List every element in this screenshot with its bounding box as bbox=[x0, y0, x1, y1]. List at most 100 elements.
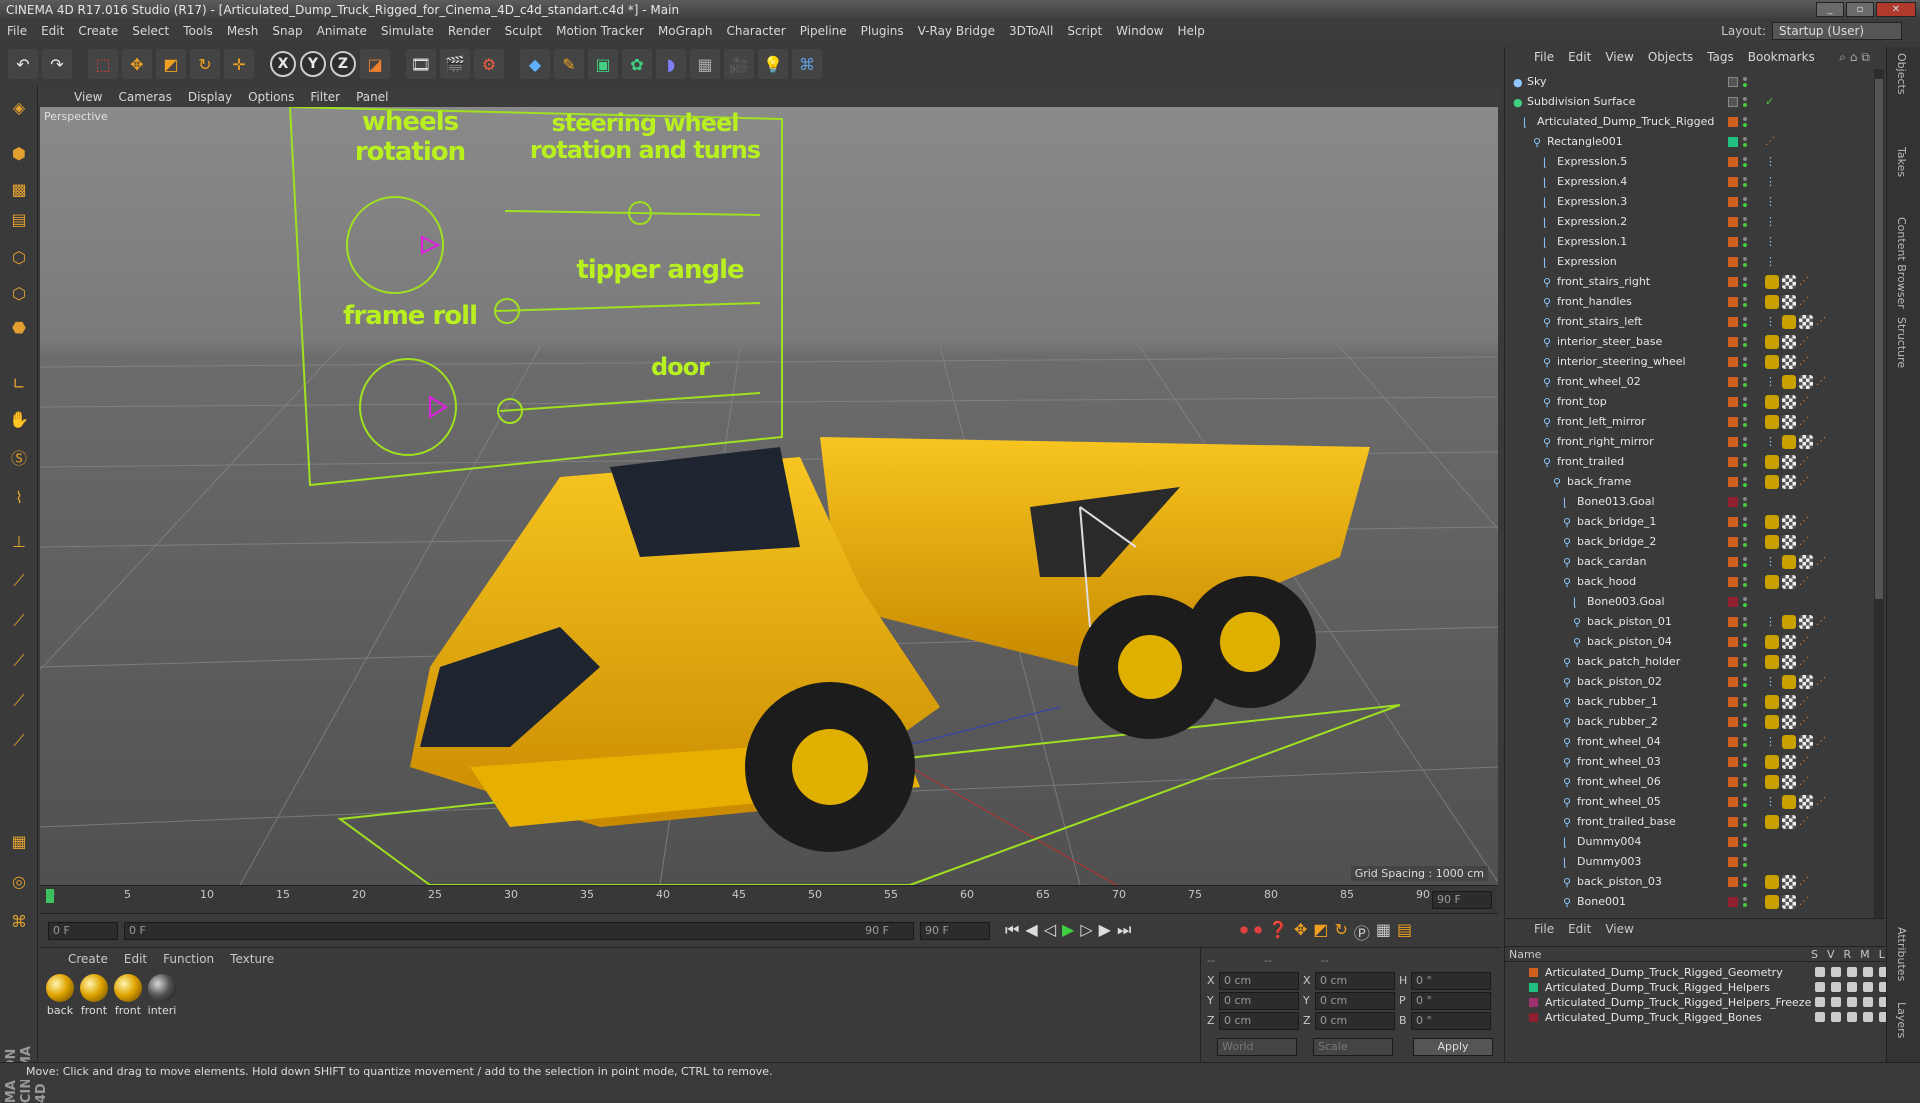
render-settings-icon[interactable]: ⚙ bbox=[474, 49, 504, 79]
render-visibility-dot[interactable] bbox=[1743, 623, 1747, 627]
render-visibility-dot[interactable] bbox=[1743, 523, 1747, 527]
texture-tag-icon[interactable] bbox=[1782, 815, 1796, 829]
play-icon[interactable]: ▶ bbox=[1062, 920, 1074, 940]
render-visibility-dot[interactable] bbox=[1743, 423, 1747, 427]
frame-roll-control[interactable] bbox=[359, 358, 457, 456]
side-tab-content-browser[interactable]: Content Browser bbox=[1895, 217, 1908, 309]
layer-color-swatch[interactable] bbox=[1728, 177, 1738, 187]
timeline-current-frame[interactable]: 90 F bbox=[1432, 891, 1492, 909]
material-swatch[interactable]: interi bbox=[146, 974, 178, 1017]
menu-pipeline[interactable]: Pipeline bbox=[793, 24, 854, 38]
layer-color-swatch[interactable] bbox=[1728, 617, 1738, 627]
start-frame-field[interactable]: 0 F bbox=[48, 922, 118, 940]
selection-tag-icon[interactable]: ⋰ bbox=[1799, 295, 1809, 309]
object-row[interactable]: ⚲ front_stairs_left ⋮ ⋰ bbox=[1505, 312, 1885, 332]
layer-color-swatch[interactable] bbox=[1728, 537, 1738, 547]
layer-color-swatch[interactable] bbox=[1728, 557, 1738, 567]
expression-tag-icon[interactable]: ⋮ bbox=[1765, 175, 1779, 189]
texture-tag-icon[interactable] bbox=[1782, 295, 1796, 309]
layer-color-swatch[interactable] bbox=[1728, 497, 1738, 507]
side-tab-layers[interactable]: Layers bbox=[1895, 1002, 1908, 1038]
texture-tag-icon[interactable] bbox=[1782, 355, 1796, 369]
editor-visibility-dot[interactable] bbox=[1743, 417, 1747, 421]
subdivision-icon[interactable]: ▣ bbox=[588, 49, 618, 79]
material-tag-icon[interactable] bbox=[1765, 775, 1779, 789]
texture-tag-icon[interactable] bbox=[1782, 395, 1796, 409]
layer-color-swatch[interactable] bbox=[1728, 877, 1738, 887]
editor-visibility-dot[interactable] bbox=[1743, 797, 1747, 801]
material-tag-icon[interactable] bbox=[1782, 735, 1796, 749]
model-mode-icon[interactable]: ⬢ bbox=[4, 138, 34, 168]
side-tab-objects[interactable]: Objects bbox=[1895, 53, 1908, 95]
selection-tag-icon[interactable]: ⋰ bbox=[1799, 335, 1809, 349]
selection-tag-icon[interactable]: ⋰ bbox=[1799, 455, 1809, 469]
material-tag-icon[interactable] bbox=[1765, 335, 1779, 349]
editor-visibility-dot[interactable] bbox=[1743, 557, 1747, 561]
layer-color-swatch[interactable] bbox=[1728, 217, 1738, 227]
texture-tag-icon[interactable] bbox=[1799, 735, 1813, 749]
render-visibility-dot[interactable] bbox=[1743, 583, 1747, 587]
texture-tag-icon[interactable] bbox=[1782, 775, 1796, 789]
editor-visibility-dot[interactable] bbox=[1743, 97, 1747, 101]
render-picture-viewer-icon[interactable]: 🎬 bbox=[440, 49, 470, 79]
render-visibility-dot[interactable] bbox=[1743, 683, 1747, 687]
render-visibility-dot[interactable] bbox=[1743, 503, 1747, 507]
object-row[interactable]: ⚲ back_frame ⋰ bbox=[1505, 472, 1885, 492]
search-icon[interactable]: ⌕ bbox=[1839, 50, 1846, 65]
object-row[interactable]: ⚲ back_piston_03 ⋰ bbox=[1505, 872, 1885, 892]
object-menu-file[interactable]: File bbox=[1527, 50, 1561, 64]
texture-tag-icon[interactable] bbox=[1782, 335, 1796, 349]
material-swatch[interactable]: front bbox=[112, 974, 144, 1017]
layout-dropdown[interactable]: Startup (User) bbox=[1772, 22, 1902, 40]
menu-motion-tracker[interactable]: Motion Tracker bbox=[549, 24, 651, 38]
texture-tag-icon[interactable] bbox=[1782, 535, 1796, 549]
selection-tag-icon[interactable]: ⋰ bbox=[1799, 775, 1809, 789]
selection-tag-icon[interactable]: ⋰ bbox=[1799, 815, 1809, 829]
material-swatch[interactable]: back bbox=[44, 974, 76, 1017]
selection-tag-icon[interactable]: ⋰ bbox=[1816, 555, 1826, 569]
layer-color-swatch[interactable] bbox=[1728, 337, 1738, 347]
layer-color-swatch[interactable] bbox=[1728, 777, 1738, 787]
material-tag-icon[interactable] bbox=[1765, 715, 1779, 729]
object-row[interactable]: ● Sky bbox=[1505, 72, 1885, 92]
menu-file[interactable]: File bbox=[0, 24, 34, 38]
editor-visibility-dot[interactable] bbox=[1743, 497, 1747, 501]
texture-tag-icon[interactable] bbox=[1782, 895, 1796, 909]
object-row[interactable]: ● Subdivision Surface ✓ bbox=[1505, 92, 1885, 112]
layer-toggle-icon[interactable] bbox=[1815, 1012, 1825, 1022]
editor-visibility-dot[interactable] bbox=[1743, 897, 1747, 901]
render-visibility-dot[interactable] bbox=[1743, 303, 1747, 307]
object-row[interactable]: ⚲ front_right_mirror ⋮ ⋰ bbox=[1505, 432, 1885, 452]
editor-visibility-dot[interactable] bbox=[1743, 597, 1747, 601]
key-rotation-icon[interactable]: ↻ bbox=[1334, 920, 1347, 944]
editor-visibility-dot[interactable] bbox=[1743, 737, 1747, 741]
editor-visibility-dot[interactable] bbox=[1743, 337, 1747, 341]
editor-visibility-dot[interactable] bbox=[1743, 437, 1747, 441]
render-visibility-dot[interactable] bbox=[1743, 103, 1747, 107]
editor-visibility-dot[interactable] bbox=[1743, 217, 1747, 221]
close-button[interactable]: ✕ bbox=[1876, 2, 1916, 17]
snap-icon[interactable]: Ⓢ bbox=[4, 442, 34, 472]
material-tag-icon[interactable] bbox=[1765, 575, 1779, 589]
render-visibility-dot[interactable] bbox=[1743, 723, 1747, 727]
layer-color-swatch[interactable] bbox=[1728, 77, 1738, 87]
layer-toggle-icon[interactable] bbox=[1847, 967, 1857, 977]
viewport-menu-display[interactable]: Display bbox=[180, 90, 240, 104]
layer-color-swatch[interactable] bbox=[1728, 697, 1738, 707]
layer-toggle-icon[interactable] bbox=[1831, 967, 1841, 977]
expression-tag-icon[interactable]: ⋮ bbox=[1765, 675, 1779, 689]
render-visibility-dot[interactable] bbox=[1743, 703, 1747, 707]
layer-toggle-icon[interactable] bbox=[1831, 997, 1841, 1007]
object-row[interactable]: ⌊ Expression ⋮ bbox=[1505, 252, 1885, 272]
selection-tag-icon[interactable]: ⋰ bbox=[1799, 355, 1809, 369]
editor-visibility-dot[interactable] bbox=[1743, 477, 1747, 481]
selection-tag-icon[interactable]: ⋰ bbox=[1799, 715, 1809, 729]
rotate-tool-icon[interactable]: ↻ bbox=[190, 49, 220, 79]
joint-tool-icon[interactable]: ⊥ bbox=[4, 526, 34, 556]
editor-visibility-dot[interactable] bbox=[1743, 617, 1747, 621]
expression-tag-icon[interactable]: ⋮ bbox=[1765, 615, 1779, 629]
coord-pos-field[interactable]: 0 cm bbox=[1219, 992, 1299, 1010]
layer-toggle-icon[interactable] bbox=[1847, 982, 1857, 992]
key-position-icon[interactable]: ✥ bbox=[1294, 920, 1307, 944]
object-row[interactable]: ⚲ back_bridge_1 ⋰ bbox=[1505, 512, 1885, 532]
